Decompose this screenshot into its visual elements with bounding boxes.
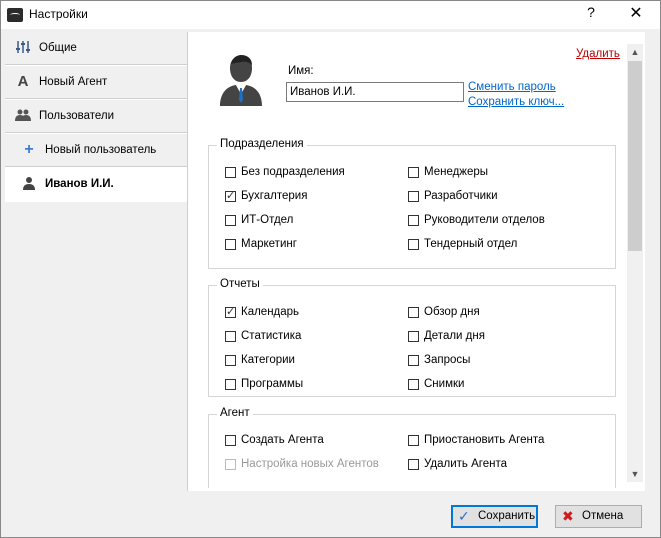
cancel-button[interactable]: ✖ Отмена (555, 505, 642, 528)
scroll-thumb[interactable] (628, 61, 642, 251)
settings-window: Настройки ? ✕ Общие A Новый Агент Пользо… (0, 0, 661, 538)
name-input[interactable] (286, 82, 464, 102)
change-password-link[interactable]: Сменить пароль (468, 81, 556, 93)
plus-icon: + (24, 141, 34, 158)
checkbox-box[interactable] (408, 307, 419, 318)
checkbox-label: Обзор дня (424, 306, 480, 318)
checkbox-box[interactable] (225, 167, 236, 178)
save-button[interactable]: ✓ Сохранить (451, 505, 538, 528)
scroll-up-icon[interactable]: ▲ (627, 44, 643, 60)
sidebar-item-label: Новый Агент (39, 76, 108, 88)
checkbox-label: Программы (241, 378, 304, 390)
save-button-label: Сохранить (478, 510, 536, 522)
name-label: Имя: (288, 65, 314, 77)
user-settings-panel: Удалить Имя: Сменить пароль Сохранить кл… (187, 32, 645, 491)
checkbox-box[interactable] (408, 459, 419, 470)
checkbox-label: Настройка новых Агентов (241, 458, 379, 470)
sidebar-item-new-agent[interactable]: A Новый Агент (5, 66, 187, 99)
help-button[interactable]: ? (583, 4, 599, 20)
sidebar-item-new-user[interactable]: + Новый пользователь (5, 134, 187, 167)
checkbox-box[interactable] (408, 379, 419, 390)
checkbox-label: Без подразделения (241, 166, 345, 178)
checkmark-icon: ✓ (458, 508, 470, 524)
sidebar-item-ivanov[interactable]: Иванов И.И. (5, 168, 187, 201)
checkbox-box[interactable] (408, 435, 419, 446)
checkbox-box[interactable] (225, 189, 236, 202)
checkbox-box[interactable] (225, 435, 236, 446)
checkbox-box[interactable] (225, 215, 236, 226)
save-key-link[interactable]: Сохранить ключ... (468, 96, 564, 108)
checkbox-box[interactable] (408, 167, 419, 178)
sidebar-item-label: Новый пользователь (45, 144, 157, 156)
checkbox-label: Создать Агента (241, 434, 324, 446)
cancel-button-label: Отмена (582, 510, 624, 522)
checkbox-label: Приостановить Агента (424, 434, 545, 446)
checkbox-box[interactable] (408, 191, 419, 202)
checkbox-label: Бухгалтерия (241, 190, 308, 202)
cross-icon: ✖ (562, 508, 574, 524)
letter-a-icon: A (17, 73, 29, 90)
checkbox-label: Категории (241, 354, 295, 366)
checkbox-label: Запросы (424, 354, 471, 366)
sidebar-item-label: Иванов И.И. (45, 178, 114, 190)
window-title: Настройки (29, 7, 88, 21)
checkbox-label: ИТ-Отдел (241, 214, 294, 226)
checkbox-label: Статистика (241, 330, 302, 342)
checkbox-label: Тендерный отдел (424, 238, 518, 250)
group-title: Агент (217, 407, 253, 419)
checkbox-label: Менеджеры (424, 166, 489, 178)
checkbox-label: Снимки (424, 378, 465, 390)
departments-group: Подразделения Без подразделения Менеджер… (208, 138, 616, 269)
scroll-down-icon[interactable]: ▼ (627, 466, 643, 482)
users-icon (15, 108, 31, 124)
agent-group: Агент Создать Агента Приостановить Агент… (208, 407, 616, 488)
checkbox-label: Удалить Агента (424, 458, 507, 470)
checkbox-label: Руководители отделов (424, 214, 545, 226)
user-avatar-icon (218, 54, 264, 110)
checkbox-box[interactable] (408, 331, 419, 342)
group-title: Подразделения (217, 138, 307, 150)
checkbox-box[interactable] (225, 379, 236, 390)
checkbox-box[interactable] (408, 215, 419, 226)
user-icon (21, 176, 37, 192)
checkbox-label: Разработчики (424, 190, 498, 202)
sidebar-item-users[interactable]: Пользователи (5, 100, 187, 133)
checkbox-box[interactable] (225, 331, 236, 342)
group-title: Отчеты (217, 278, 263, 290)
sidebar-item-general[interactable]: Общие (5, 32, 187, 65)
reports-group: Отчеты Календарь Обзор дня Статистика Де… (208, 278, 616, 397)
sidebar: Общие A Новый Агент Пользователи + Новый… (5, 32, 187, 202)
checkbox-box[interactable] (225, 355, 236, 366)
checkbox-label: Маркетинг (241, 238, 297, 250)
close-button[interactable]: ✕ (627, 3, 645, 23)
title-bar: Настройки ? ✕ (1, 1, 660, 29)
checkbox-box[interactable] (225, 305, 236, 318)
sidebar-item-label: Пользователи (39, 110, 115, 122)
sliders-icon (15, 40, 31, 56)
checkbox-label: Детали дня (424, 330, 485, 342)
sidebar-item-label: Общие (39, 42, 77, 54)
checkbox-box[interactable] (408, 239, 419, 250)
delete-link[interactable]: Удалить (576, 48, 620, 60)
vertical-scrollbar[interactable]: ▲ ▼ (627, 44, 643, 482)
checkbox-box[interactable] (225, 239, 236, 250)
checkbox-box[interactable] (408, 355, 419, 366)
app-logo-icon (7, 8, 23, 22)
checkbox-box (225, 459, 236, 470)
checkbox-label: Календарь (241, 306, 300, 318)
